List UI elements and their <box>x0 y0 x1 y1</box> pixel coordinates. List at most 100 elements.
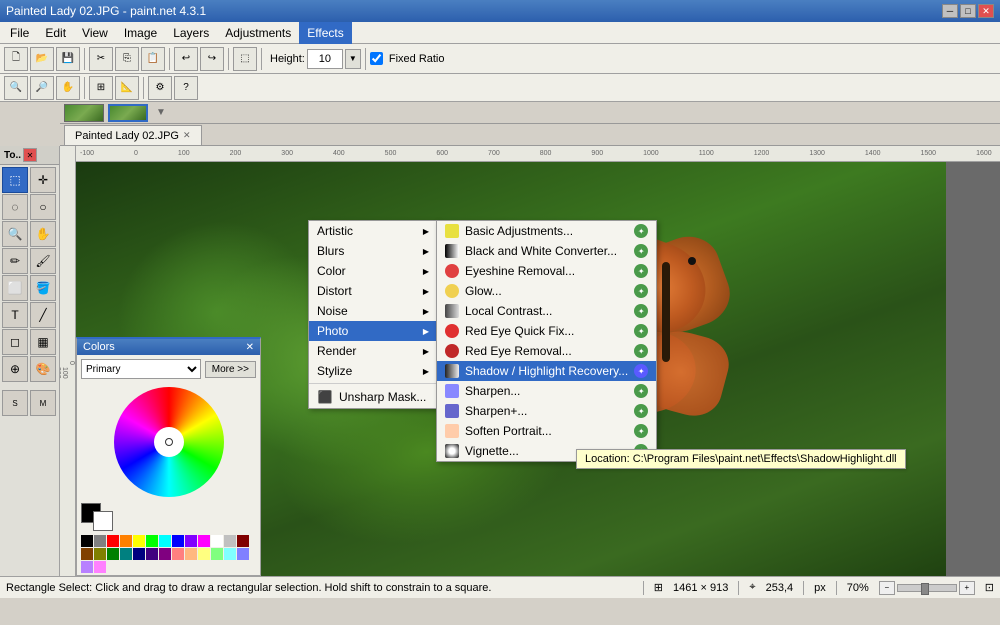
palette-swatch-15[interactable] <box>107 548 119 560</box>
photo-soften[interactable]: Soften Portrait... ✦ <box>437 421 656 441</box>
tool-select-rect[interactable]: ⬚ <box>2 167 28 193</box>
maximize-button[interactable]: □ <box>960 4 976 18</box>
help-btn[interactable]: ? <box>174 76 198 100</box>
fit-icon[interactable]: ⊡ <box>985 581 994 594</box>
undo-btn[interactable]: ↩ <box>174 47 198 71</box>
tool-fill[interactable]: 🪣 <box>30 275 56 301</box>
menu-layers[interactable]: Layers <box>165 22 217 44</box>
photo-sharpen-plus[interactable]: Sharpen+... ✦ <box>437 401 656 421</box>
photo-glow[interactable]: Glow... ✦ <box>437 281 656 301</box>
palette-swatch-21[interactable] <box>185 548 197 560</box>
menu-distort[interactable]: Distort ▶ <box>309 281 437 301</box>
zoom-slider[interactable] <box>897 584 957 592</box>
close-button[interactable]: ✕ <box>978 4 994 18</box>
tool-recolor[interactable]: 🎨 <box>30 356 56 382</box>
copy-btn[interactable]: ⎘ <box>115 47 139 71</box>
menu-unsharp[interactable]: ⬛ Unsharp Mask... <box>309 386 437 408</box>
palette-swatch-1[interactable] <box>94 535 106 547</box>
menu-view[interactable]: View <box>74 22 116 44</box>
color-wheel[interactable] <box>114 387 224 497</box>
photo-redeye-quick[interactable]: Red Eye Quick Fix... ✦ <box>437 321 656 341</box>
palette-swatch-4[interactable] <box>133 535 145 547</box>
tool-ellipse[interactable]: ○ <box>30 194 56 220</box>
tool-text[interactable]: T <box>2 302 28 328</box>
palette-swatch-19[interactable] <box>159 548 171 560</box>
colors-close-btn[interactable]: ✕ <box>246 342 254 353</box>
zoom-in-btn[interactable]: 🔎 <box>30 76 54 100</box>
bg-swatch[interactable] <box>93 511 113 531</box>
height-dropdown[interactable]: ▼ <box>345 49 361 69</box>
image-tab[interactable]: Painted Lady 02.JPG ✕ <box>64 125 202 145</box>
canvas-area[interactable]: -100010020030040050060070080090010001100… <box>76 146 1000 576</box>
palette-swatch-13[interactable] <box>81 548 93 560</box>
palette-swatch-27[interactable] <box>94 561 106 573</box>
menu-noise[interactable]: Noise ▶ <box>309 301 437 321</box>
tool-lasso[interactable]: ◌ <box>2 194 28 220</box>
palette-swatch-24[interactable] <box>224 548 236 560</box>
menu-file[interactable]: File <box>2 22 37 44</box>
settings-btn[interactable]: ⚙ <box>148 76 172 100</box>
palette-swatch-26[interactable] <box>81 561 93 573</box>
menu-effects[interactable]: Effects <box>299 22 351 44</box>
photo-redeye-removal[interactable]: Red Eye Removal... ✦ <box>437 341 656 361</box>
rulers-btn[interactable]: 📐 <box>115 76 139 100</box>
fixed-ratio-check[interactable] <box>370 52 383 65</box>
palette-swatch-18[interactable] <box>146 548 158 560</box>
menu-edit[interactable]: Edit <box>37 22 74 44</box>
palette-swatch-6[interactable] <box>159 535 171 547</box>
tool-clone[interactable]: ⊕ <box>2 356 28 382</box>
save-btn[interactable]: 💾 <box>56 47 80 71</box>
tool-select-move[interactable]: ✛ <box>30 167 56 193</box>
photo-bw[interactable]: Black and White Converter... ✦ <box>437 241 656 261</box>
tool-close[interactable]: ✕ <box>23 148 37 162</box>
palette-swatch-25[interactable] <box>237 548 249 560</box>
menu-image[interactable]: Image <box>116 22 165 44</box>
menu-render[interactable]: Render ▶ <box>309 341 437 361</box>
new-btn[interactable]: 🗋 <box>4 47 28 71</box>
thumbnail-1[interactable] <box>64 104 104 122</box>
open-btn[interactable]: 📂 <box>30 47 54 71</box>
zoom-slider-thumb[interactable] <box>921 583 929 595</box>
grid-btn[interactable]: ⊞ <box>89 76 113 100</box>
more-colors-btn[interactable]: More >> <box>205 361 256 378</box>
height-input[interactable] <box>307 49 343 69</box>
palette-swatch-20[interactable] <box>172 548 184 560</box>
menu-blurs[interactable]: Blurs ▶ <box>309 241 437 261</box>
deselect-btn[interactable]: ⬚ <box>233 47 257 71</box>
palette-swatch-10[interactable] <box>211 535 223 547</box>
palette-swatch-12[interactable] <box>237 535 249 547</box>
tool-zoom[interactable]: 🔍 <box>2 221 28 247</box>
palette-swatch-17[interactable] <box>133 548 145 560</box>
palette-swatch-3[interactable] <box>120 535 132 547</box>
menu-stylize[interactable]: Stylize ▶ <box>309 361 437 381</box>
minimize-button[interactable]: ─ <box>942 4 958 18</box>
tool-eraser[interactable]: ⬜ <box>2 275 28 301</box>
palette-swatch-9[interactable] <box>198 535 210 547</box>
menu-artistic[interactable]: Artistic ▶ <box>309 221 437 241</box>
palette-swatch-2[interactable] <box>107 535 119 547</box>
palette-swatch-0[interactable] <box>81 535 93 547</box>
photo-basic[interactable]: Basic Adjustments... ✦ <box>437 221 656 241</box>
thumbnail-2[interactable] <box>108 104 148 122</box>
tool-shapes[interactable]: ◻ <box>2 329 28 355</box>
photo-sharpen[interactable]: Sharpen... ✦ <box>437 381 656 401</box>
brush-size-medium[interactable]: M <box>30 390 56 416</box>
cut-btn[interactable]: ✂ <box>89 47 113 71</box>
zoom-out-status-btn[interactable]: − <box>879 581 895 595</box>
photo-shadow-highlight[interactable]: Shadow / Highlight Recovery... ✦ <box>437 361 656 381</box>
menu-color[interactable]: Color ▶ <box>309 261 437 281</box>
thumb-arrow[interactable]: ▼ <box>156 107 166 118</box>
tool-brush[interactable]: 🖌 <box>30 248 56 274</box>
menu-adjustments[interactable]: Adjustments <box>217 22 299 44</box>
palette-swatch-16[interactable] <box>120 548 132 560</box>
tab-close-btn[interactable]: ✕ <box>183 130 191 141</box>
zoom-out-btn[interactable]: 🔍 <box>4 76 28 100</box>
photo-local-contrast[interactable]: Local Contrast... ✦ <box>437 301 656 321</box>
redo-btn[interactable]: ↪ <box>200 47 224 71</box>
tool-gradient[interactable]: ▦ <box>30 329 56 355</box>
palette-swatch-8[interactable] <box>185 535 197 547</box>
tool-pencil[interactable]: ✏ <box>2 248 28 274</box>
palette-swatch-23[interactable] <box>211 548 223 560</box>
paste-btn[interactable]: 📋 <box>141 47 165 71</box>
palette-swatch-7[interactable] <box>172 535 184 547</box>
